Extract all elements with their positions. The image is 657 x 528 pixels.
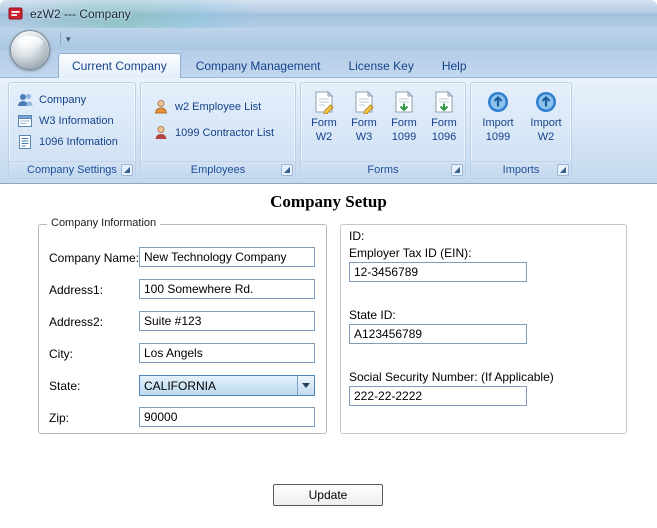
contractor-list-icon [153, 125, 169, 141]
ribbon-item-label: 1099 Contractor List [175, 127, 275, 139]
ribbon-item-import-1099[interactable]: Import 1099 [476, 90, 520, 145]
city-label: City: [49, 347, 73, 361]
ribbon-item-1096-infomation[interactable]: 1096 Infomation [17, 134, 118, 150]
group-label-text: Imports [502, 164, 540, 176]
page-title: Company Setup [270, 192, 387, 211]
import-w2-icon [534, 90, 558, 114]
w3-information-icon [17, 113, 33, 129]
dialog-launcher-company-settings[interactable]: ◢ [121, 164, 133, 176]
ssn-input[interactable] [349, 386, 527, 406]
ribbon-item-form-w3[interactable]: Form W3 [344, 90, 384, 145]
ribbon-item-label: Form 1099 [391, 117, 417, 143]
ein-label: Employer Tax ID (EIN): [349, 246, 472, 260]
ribbon-item-label: W3 Information [39, 115, 114, 127]
address1-label: Address1: [49, 283, 104, 297]
dialog-launcher-imports[interactable]: ◢ [557, 164, 569, 176]
ribbon-item-company[interactable]: Company [17, 92, 86, 108]
quick-access-toolbar-row [0, 28, 657, 50]
ribbon-item-w3-information[interactable]: W3 Information [17, 113, 114, 129]
qat-separator [60, 33, 61, 45]
group-imports: Import 1099 Import W2 Imports ◢ [470, 82, 572, 179]
group-label-text: Employees [190, 164, 246, 176]
city-input[interactable] [139, 343, 315, 363]
dialog-launcher-employees[interactable]: ◢ [281, 164, 293, 176]
employee-list-icon [153, 99, 169, 115]
ribbon-item-import-w2[interactable]: Import W2 [524, 90, 568, 145]
ribbon-item-label: w2 Employee List [175, 101, 262, 113]
group-company-settings: Company W3 Information 1096 Infomation C… [8, 82, 136, 179]
ribbon-tabs: Current Company Company Management Licen… [58, 53, 480, 78]
app-icon[interactable] [8, 6, 24, 22]
group-label-text: Company Settings [27, 164, 117, 176]
ribbon-tab-row: Current Company Company Management Licen… [0, 50, 657, 78]
dialog-launcher-forms[interactable]: ◢ [451, 164, 463, 176]
address2-input[interactable] [139, 311, 315, 331]
address2-label: Address2: [49, 315, 104, 329]
ribbon: Company W3 Information 1096 Infomation C… [0, 77, 657, 184]
form-1099-icon [392, 90, 416, 114]
ribbon-item-form-1096[interactable]: Form 1096 [424, 90, 464, 145]
quick-access-toolbar-arrow[interactable]: ▾ [66, 34, 71, 45]
ribbon-item-label: Form 1096 [431, 117, 457, 143]
application-menu-button[interactable] [10, 30, 50, 70]
company-icon [17, 92, 33, 108]
ribbon-item-form-1099[interactable]: Form 1099 [384, 90, 424, 145]
group-label-employees: Employees ◢ [141, 161, 295, 178]
groupbox-legend: Company Information [47, 217, 161, 229]
group-forms: Form W2 Form W3 Form 1099 Form 1096 Form… [300, 82, 466, 179]
company-information-groupbox: Company Information Company Name: Addres… [38, 217, 327, 434]
state-selected-value: CALIFORNIA [144, 378, 217, 393]
ribbon-item-label: Import W2 [530, 117, 562, 143]
company-name-input[interactable] [139, 247, 315, 267]
ribbon-item-label: Import 1099 [482, 117, 514, 143]
form-w2-icon [312, 90, 336, 115]
state-select[interactable]: CALIFORNIA [139, 375, 315, 396]
id-section: ID: Employer Tax ID (EIN): State ID: Soc… [340, 224, 627, 434]
quick-access-toolbar: ▾ [60, 31, 71, 47]
ribbon-item-label: Form W3 [351, 117, 377, 143]
company-name-label: Company Name: [49, 251, 140, 265]
form-1096-icon [432, 90, 456, 114]
state-id-input[interactable] [349, 324, 527, 344]
state-label: State: [49, 379, 81, 393]
ribbon-item-label: Form W2 [311, 117, 337, 143]
group-label-imports: Imports ◢ [471, 161, 571, 178]
titlebar: ezW2 --- Company [0, 0, 657, 56]
content-area: Company Setup Company Information Compan… [0, 184, 657, 528]
ssn-label: Social Security Number: (If Applicable) [349, 370, 554, 384]
group-label-text: Forms [367, 164, 399, 176]
chevron-down-icon[interactable] [297, 376, 314, 395]
state-id-label: State ID: [349, 308, 396, 322]
ribbon-item-label: 1096 Infomation [39, 136, 118, 148]
form-w3-icon [352, 90, 376, 115]
address1-input[interactable] [139, 279, 315, 299]
group-label-forms: Forms ◢ [301, 161, 465, 178]
import-1099-icon [486, 90, 510, 114]
application-window: ezW2 --- Company ▾ Current Company Compa… [0, 0, 657, 528]
update-button[interactable]: Update [273, 484, 383, 506]
window-title: ezW2 --- Company [30, 7, 131, 21]
ribbon-item-w2-employee-list[interactable]: w2 Employee List [153, 99, 261, 115]
id-heading: ID: [349, 229, 365, 243]
group-employees: w2 Employee List 1099 Contractor List Em… [140, 82, 296, 179]
tab-help[interactable]: Help [429, 54, 480, 77]
tab-current-company[interactable]: Current Company [58, 53, 181, 78]
ein-input[interactable] [349, 262, 527, 282]
1096-information-icon [17, 134, 33, 150]
ribbon-item-form-w2[interactable]: Form W2 [304, 90, 344, 145]
tab-company-management[interactable]: Company Management [183, 54, 334, 77]
ribbon-item-1099-contractor-list[interactable]: 1099 Contractor List [153, 125, 274, 141]
ribbon-item-label: Company [39, 94, 87, 106]
group-label-company-settings: Company Settings ◢ [9, 161, 135, 178]
tab-license-key[interactable]: License Key [335, 54, 426, 77]
zip-label: Zip: [49, 411, 70, 425]
zip-input[interactable] [139, 407, 315, 427]
